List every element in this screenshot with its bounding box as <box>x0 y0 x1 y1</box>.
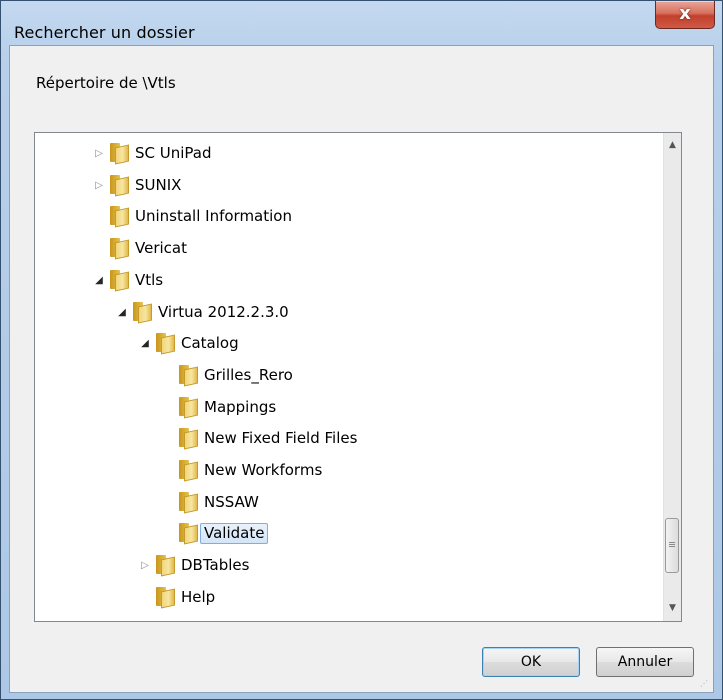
tree-item-label: Mappings <box>204 397 277 416</box>
tree-item[interactable]: ▷ SUNIX <box>35 171 663 201</box>
folder-icon <box>109 206 131 228</box>
scroll-up-arrow-icon[interactable]: ▲ <box>664 137 681 154</box>
tree-item-label: New Workforms <box>204 461 323 479</box>
tree-item-label: DBTables <box>181 556 250 575</box>
tree-item[interactable]: New Fixed Field Files <box>35 424 663 454</box>
tree-item-label: SUNIX <box>135 175 182 194</box>
tree-item[interactable]: ◢ Vtls <box>35 266 663 296</box>
tree-item[interactable]: Uninstall Information <box>35 202 663 232</box>
tree-item[interactable]: Vericat <box>35 234 663 264</box>
tree-item[interactable]: Validate <box>35 519 663 549</box>
tree-item[interactable]: Mappings <box>35 393 663 423</box>
tree-item-label: Vericat <box>135 239 187 258</box>
tree-item-label: Help <box>181 587 216 606</box>
tree-item[interactable]: ▷ SC UniPad <box>35 139 663 169</box>
tree-item[interactable]: ◢ Catalog <box>35 329 663 359</box>
triangle-down-icon[interactable]: ◢ <box>116 307 128 318</box>
cancel-button[interactable]: Annuler <box>596 647 694 677</box>
window-title: Rechercher un dossier <box>14 23 195 42</box>
folder-icon <box>109 143 131 165</box>
tree-item-label: Virtua 2012.2.3.0 <box>158 302 289 321</box>
close-icon: x <box>679 3 691 24</box>
folder-icon <box>155 333 177 355</box>
tree-item-label: Uninstall Information <box>135 207 292 226</box>
folder-icon <box>109 238 131 260</box>
tree-item-label: SC UniPad <box>135 144 212 162</box>
folder-icon <box>178 523 200 545</box>
folder-tree[interactable]: ▲ ▼ ▷ SC UniPad ▷ SUNIX Uninstall Informatio… <box>34 132 682 622</box>
folder-icon <box>155 555 177 577</box>
folder-icon <box>178 428 200 450</box>
grip-icon <box>669 542 675 548</box>
folder-icon <box>109 269 131 292</box>
tree-item[interactable]: ◢ Virtua 2012.2.3.0 <box>35 298 663 328</box>
dialog-body: Répertoire de \Vtls ▲ ▼ ▷ SC UniPad ▷ SUNIX… <box>9 45 714 693</box>
folder-icon <box>178 491 200 514</box>
title-bar[interactable]: Rechercher un dossier x <box>1 1 722 45</box>
tree-item-label: Vtls <box>135 270 164 289</box>
tree-item-label: Validate <box>200 523 269 545</box>
tree-item[interactable]: ▷ DBTables <box>35 551 663 581</box>
tree-item[interactable]: Help <box>35 583 663 613</box>
ok-button[interactable]: OK <box>482 647 580 677</box>
triangle-right-icon[interactable]: ▷ <box>93 149 105 159</box>
close-button[interactable]: x <box>655 1 715 29</box>
scroll-down-arrow-icon[interactable]: ▼ <box>664 600 681 617</box>
browse-folder-dialog: Rechercher un dossier x Répertoire de \V… <box>0 0 723 700</box>
tree-item[interactable]: Grilles_Rero <box>35 361 663 391</box>
vertical-scrollbar[interactable]: ▲ ▼ <box>663 133 681 621</box>
triangle-right-icon[interactable]: ▷ <box>93 180 105 191</box>
tree-item-label: NSSAW <box>204 492 259 511</box>
tree-item[interactable]: New Workforms <box>35 456 663 486</box>
triangle-down-icon[interactable]: ◢ <box>93 275 105 286</box>
tree-item-label: Catalog <box>181 334 239 353</box>
folder-icon <box>178 460 200 482</box>
scroll-thumb[interactable] <box>665 518 679 573</box>
resize-grip-icon[interactable]: ⋰ <box>700 679 710 689</box>
tree-item-label: Grilles_Rero <box>204 365 293 384</box>
tree-item[interactable]: NSSAW <box>35 488 663 518</box>
folder-icon <box>178 396 200 419</box>
folder-icon <box>109 174 131 197</box>
dialog-description: Répertoire de \Vtls <box>36 74 176 92</box>
folder-icon <box>132 301 154 323</box>
tree-item-label: New Fixed Field Files <box>204 429 358 448</box>
folder-icon <box>155 586 177 609</box>
triangle-right-icon[interactable]: ▷ <box>139 561 151 571</box>
triangle-down-icon[interactable]: ◢ <box>139 339 151 349</box>
folder-icon <box>178 364 200 387</box>
